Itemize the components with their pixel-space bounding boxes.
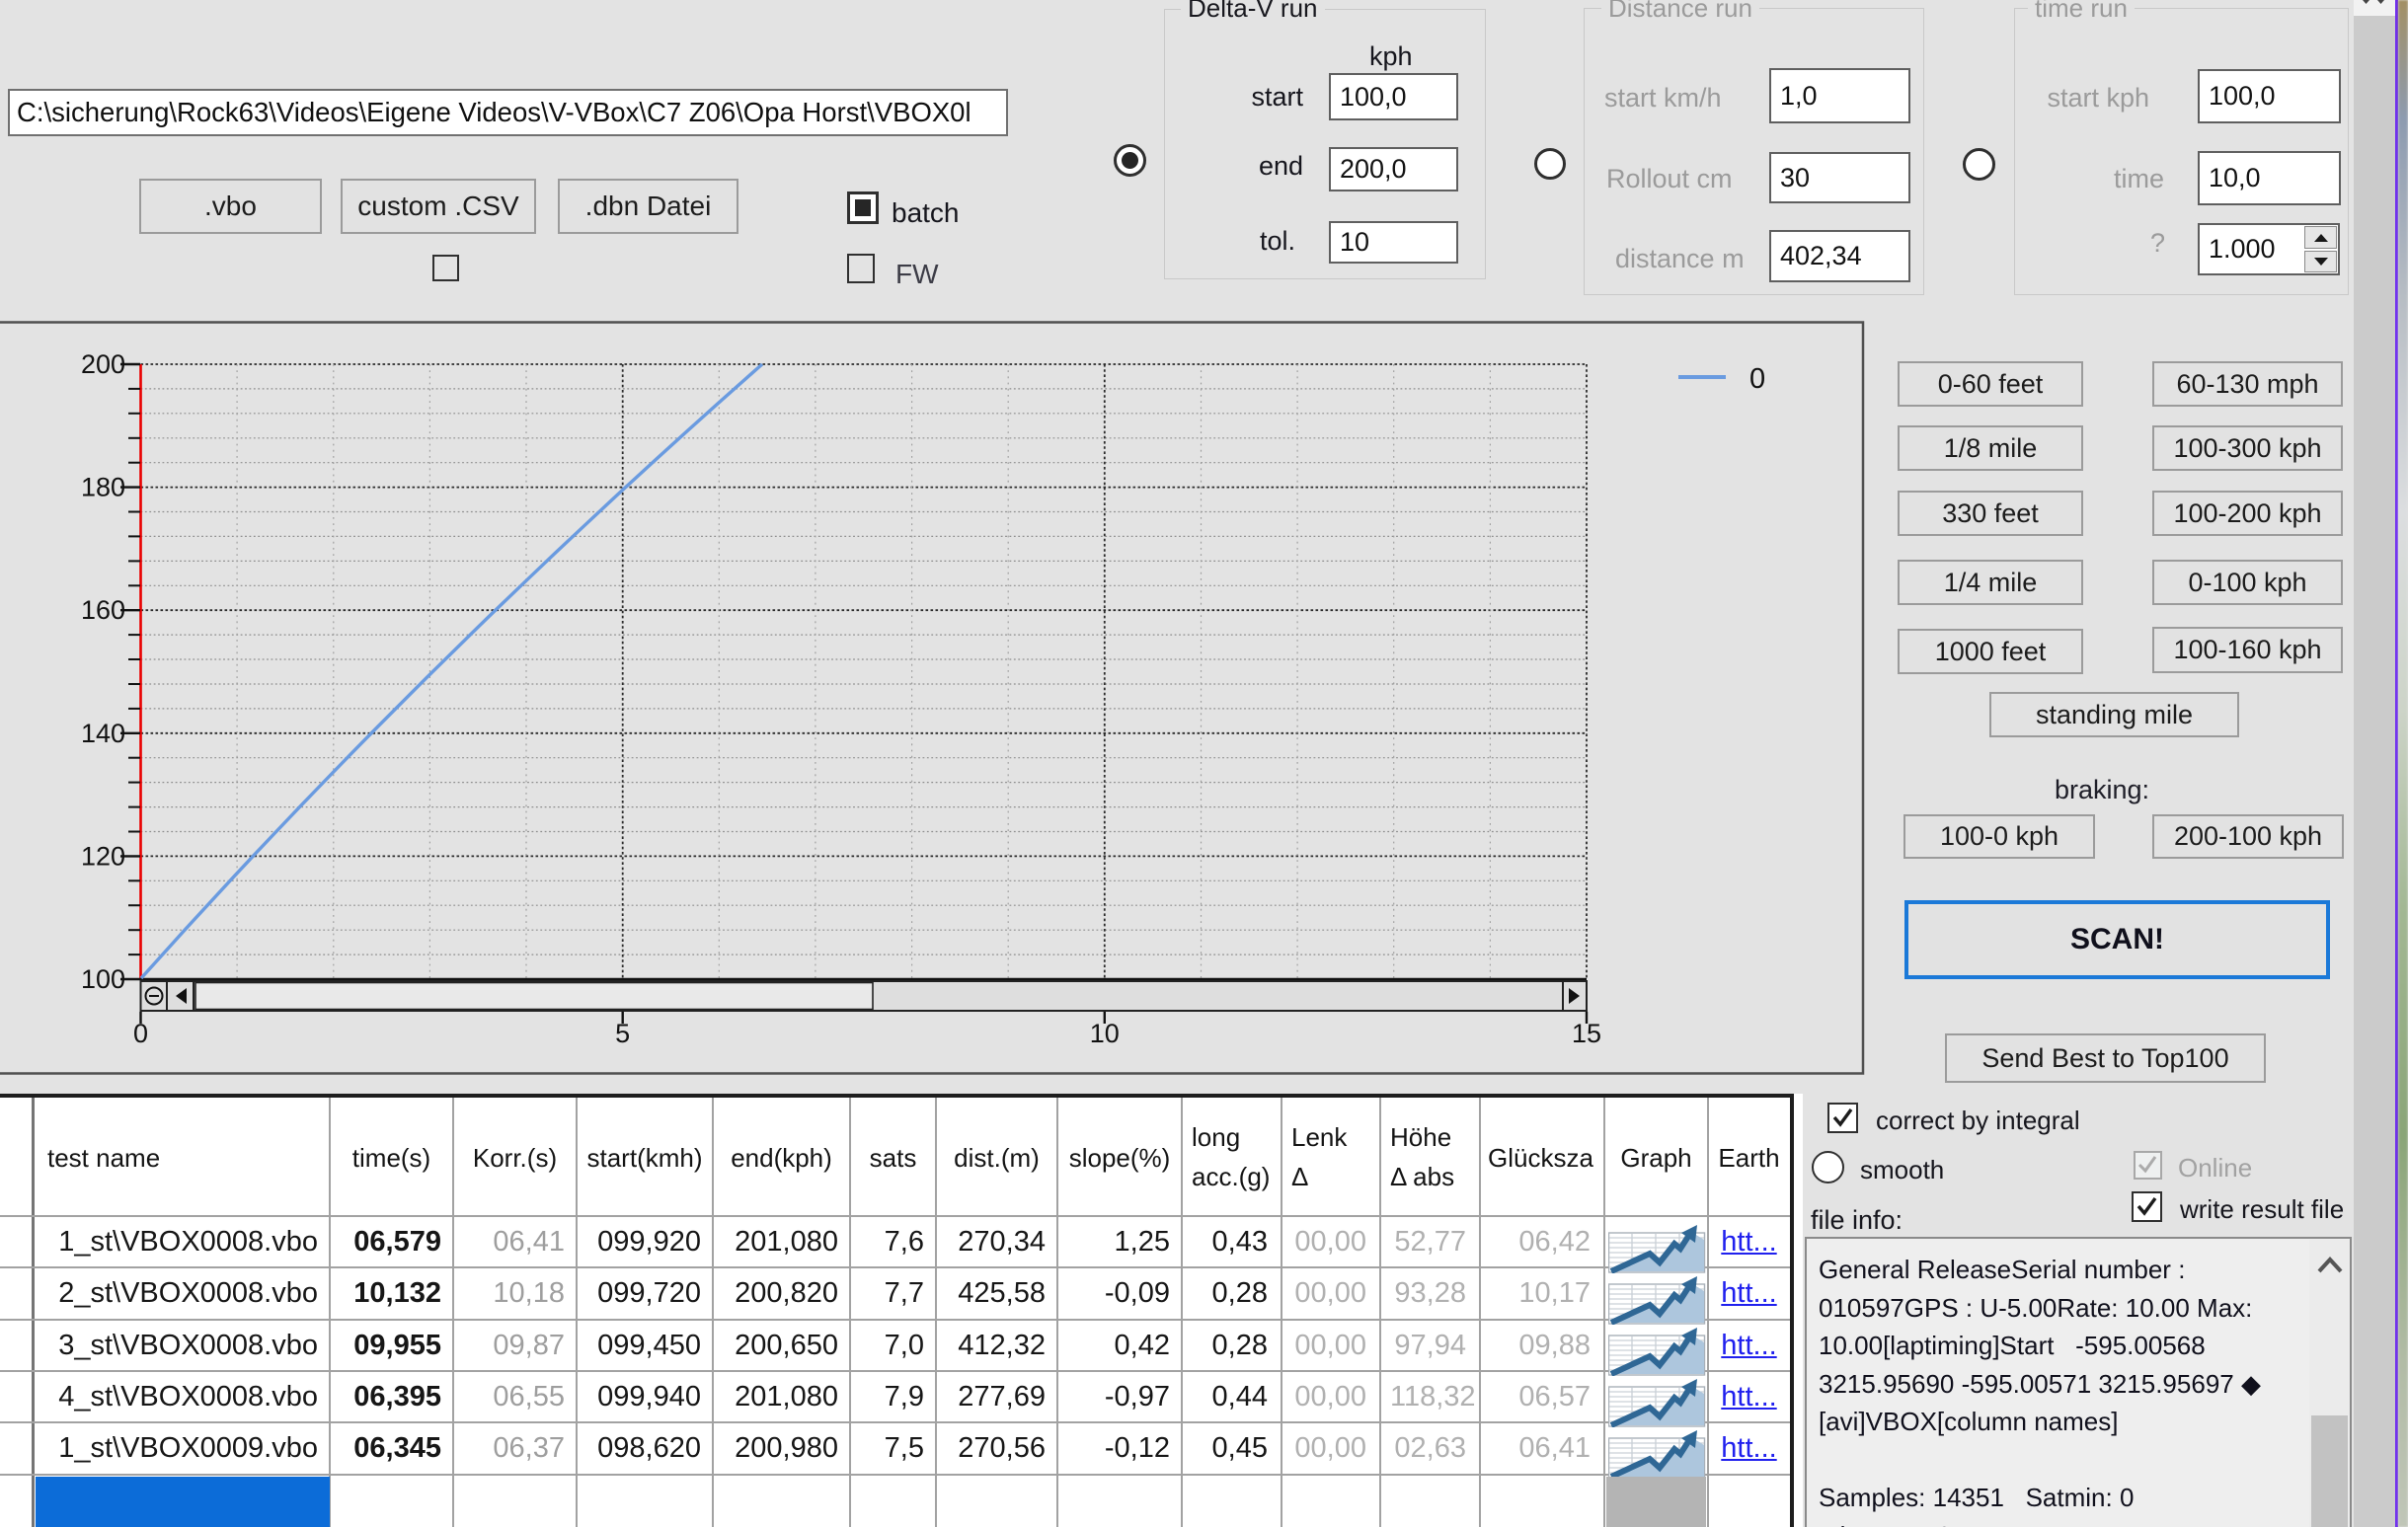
svg-text:140: 140 <box>81 719 125 748</box>
svg-text:180: 180 <box>81 473 125 502</box>
svg-text:200: 200 <box>81 349 125 379</box>
svg-text:0: 0 <box>133 1019 148 1048</box>
svg-text:100: 100 <box>81 964 125 994</box>
svg-text:160: 160 <box>81 595 125 625</box>
svg-text:15: 15 <box>1572 1019 1601 1048</box>
svg-text:10: 10 <box>1090 1019 1120 1048</box>
svg-text:5: 5 <box>615 1019 630 1048</box>
svg-text:0: 0 <box>1749 363 1765 395</box>
svg-text:120: 120 <box>81 841 125 871</box>
